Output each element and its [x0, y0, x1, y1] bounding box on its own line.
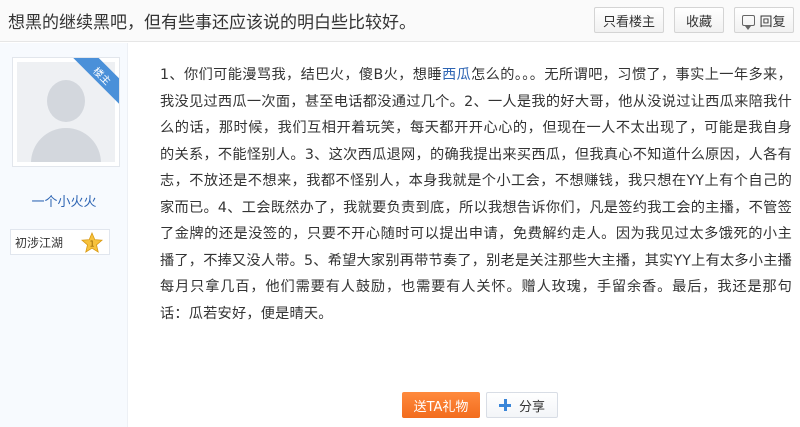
content-text-before: 1、你们可能漫骂我，结巴火，傻B火，想睡 [160, 67, 442, 83]
reply-label: 回复 [759, 14, 786, 30]
level-name: 初涉江湖 [15, 235, 64, 250]
content-text-after: 怎么的。。。无所谓吧，习惯了，事实上一年多来，我没见过西瓜一次面，甚至电话都没通… [160, 67, 792, 322]
avatar-head [47, 80, 85, 122]
send-gift-button[interactable]: 送TA礼物 [402, 392, 480, 418]
post-title-bar: 想黑的继续黑吧，但有些事还应该说的明白些比较好。 只看楼主 收藏 回复 [0, 0, 800, 42]
only-op-button[interactable]: 只看楼主 [594, 7, 664, 33]
svg-text:1: 1 [89, 240, 94, 249]
gift-label: 送TA礼物 [413, 399, 469, 415]
avatar-frame[interactable]: 楼主 [12, 57, 120, 167]
keyword-link[interactable]: 西瓜 [442, 67, 471, 83]
plus-icon [498, 399, 511, 411]
author-level: 初涉江湖 1 [10, 229, 110, 255]
star-badge-icon: 1 [81, 232, 103, 253]
share-label: 分享 [518, 399, 545, 415]
post-title: 想黑的继续黑吧，但有些事还应该说的明白些比较好。 [8, 13, 416, 33]
post-content: 1、你们可能漫骂我，结巴火，傻B火，想睡西瓜怎么的。。。无所谓吧，习惯了，事实上… [160, 62, 792, 327]
share-button[interactable]: 分享 [486, 392, 558, 418]
reply-icon [742, 14, 756, 30]
only-op-label: 只看楼主 [602, 14, 655, 30]
collect-label: 收藏 [685, 14, 712, 30]
collect-button[interactable]: 收藏 [674, 7, 724, 33]
avatar-body [31, 128, 101, 162]
author-sidebar: 楼主 一个小火火 初涉江湖 1 [0, 43, 128, 427]
author-name[interactable]: 一个小火火 [0, 191, 128, 210]
reply-button[interactable]: 回复 [734, 7, 794, 33]
